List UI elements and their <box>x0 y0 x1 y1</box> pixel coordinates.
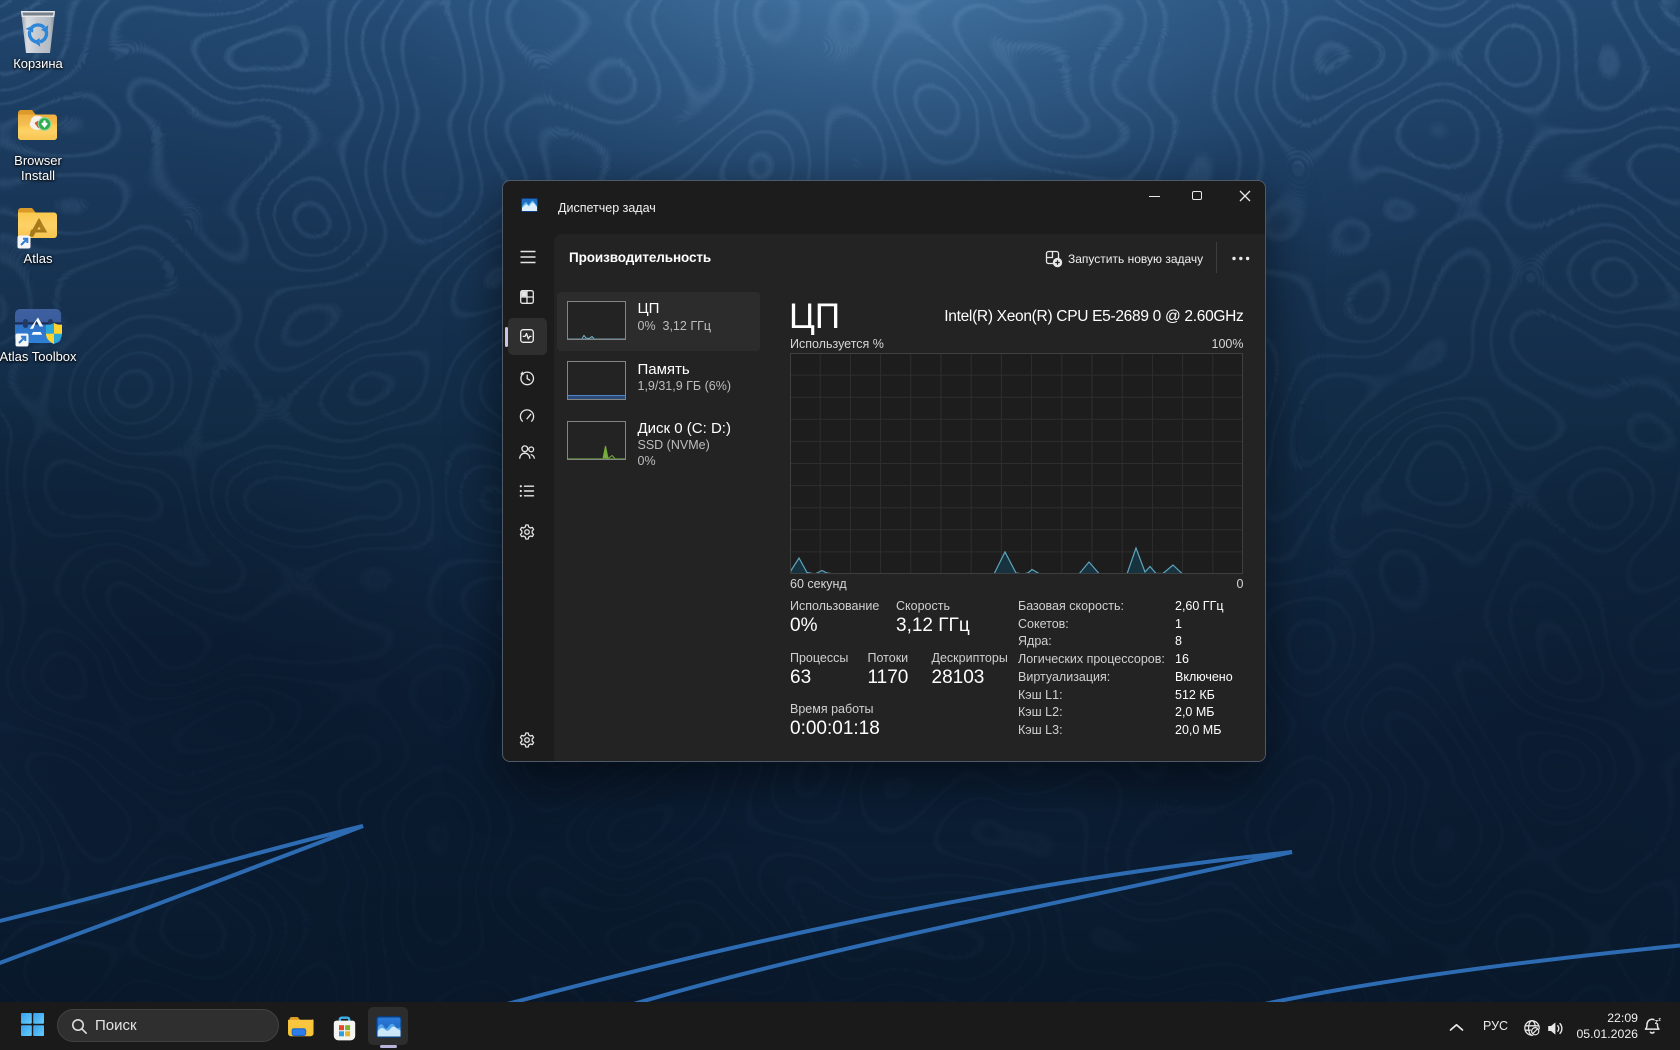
svg-text:z: z <box>1658 1017 1661 1023</box>
